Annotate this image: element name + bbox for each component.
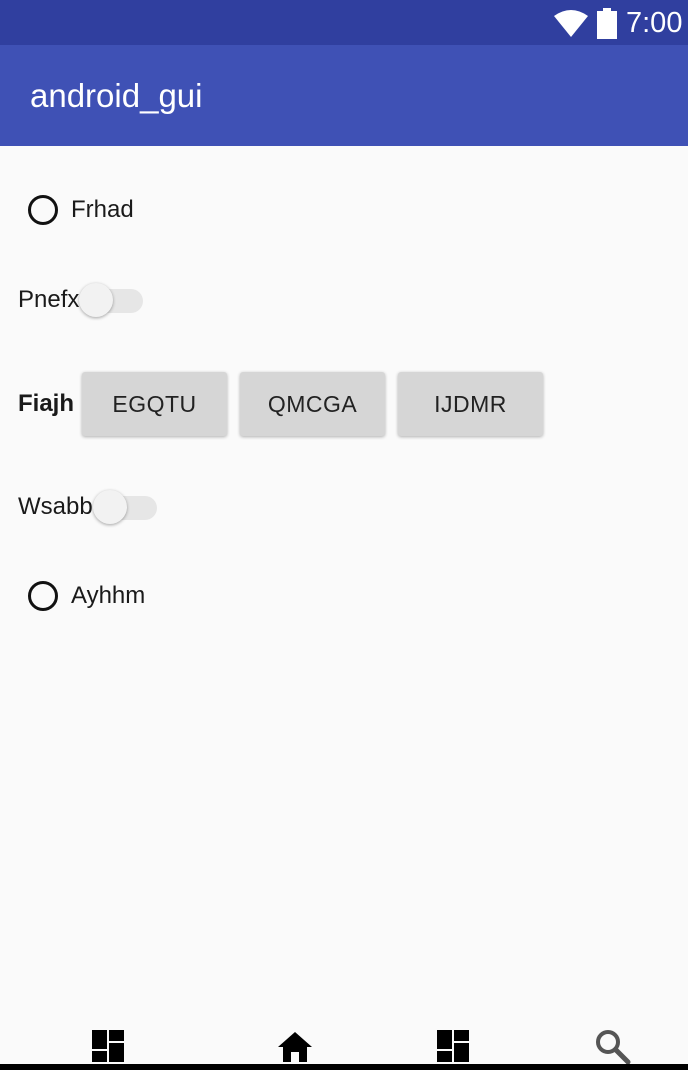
switch-label: Pnefx — [18, 286, 80, 313]
status-bar: 7:00 — [0, 0, 688, 45]
home-icon[interactable] — [275, 1026, 315, 1066]
radio-label: Frhad — [71, 196, 134, 223]
app-title: android_gui — [30, 77, 203, 114]
switch-label: Wsabb — [18, 493, 93, 520]
radio-frhad[interactable]: Frhad — [28, 190, 134, 230]
bottom-navigation — [0, 1018, 688, 1070]
toggle-switch-wsabb[interactable] — [92, 487, 159, 527]
search-icon[interactable] — [592, 1026, 632, 1066]
screen: 7:00 android_gui Frhad Pnefx Fiajh EGQTU… — [0, 0, 688, 1070]
button-ijdmr[interactable]: IJDMR — [398, 372, 544, 436]
radio-button-unchecked[interactable] — [28, 195, 58, 225]
button-row-fiajh: Fiajh EGQTU QMCGA IJDMR — [18, 371, 556, 437]
radio-ayhhm[interactable]: Ayhhm — [28, 576, 145, 616]
button-qmcga[interactable]: QMCGA — [240, 372, 386, 436]
wifi-icon — [554, 10, 588, 37]
radio-button-unchecked[interactable] — [28, 581, 58, 611]
radio-label: Ayhhm — [71, 582, 146, 609]
toggle-switch-pnefx[interactable] — [79, 280, 145, 320]
dashboard-icon[interactable] — [88, 1026, 128, 1066]
status-time: 7:00 — [626, 7, 683, 39]
app-bar: android_gui — [0, 45, 688, 146]
button-row-label: Fiajh — [18, 390, 75, 417]
dashboard-icon[interactable] — [433, 1026, 473, 1066]
switch-row-pnefx: Pnefx — [18, 280, 145, 320]
button-egqtu[interactable]: EGQTU — [82, 372, 228, 436]
battery-icon — [597, 8, 617, 39]
switch-row-wsabb: Wsabb — [18, 487, 159, 527]
switch-thumb — [92, 490, 127, 524]
screen-bottom-edge — [0, 1064, 688, 1070]
